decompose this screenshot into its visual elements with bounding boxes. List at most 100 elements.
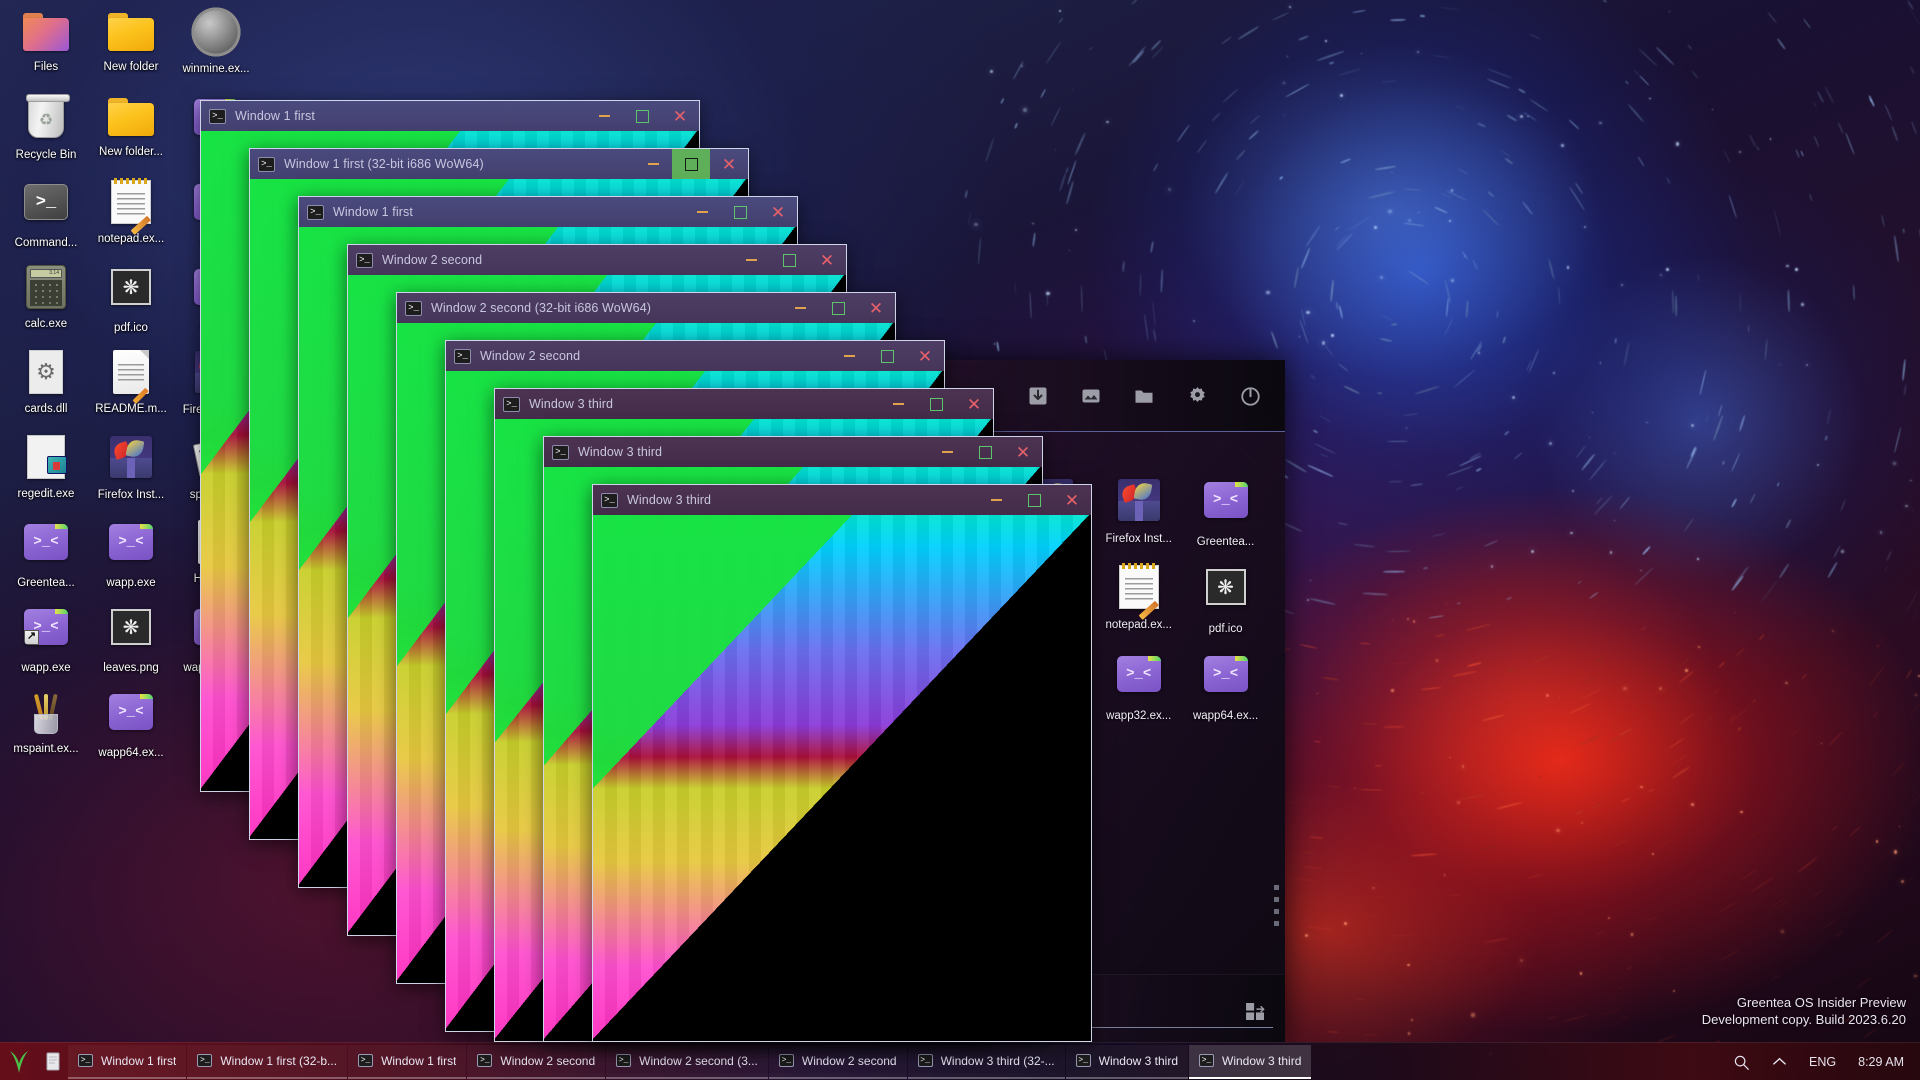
window-close-button[interactable]: ✕: [1004, 437, 1042, 467]
window-minimize-button[interactable]: [732, 245, 770, 275]
mspaint-icon: [26, 690, 66, 734]
desktop-icon[interactable]: >_<Greentea...: [7, 518, 85, 590]
window-maximize-button[interactable]: [1015, 485, 1053, 515]
taskbar-window-button[interactable]: >_Window 3 third (32-...: [908, 1045, 1065, 1079]
window-titlebar[interactable]: >_Window 2 second✕: [446, 341, 944, 371]
window-close-button[interactable]: ✕: [857, 293, 895, 323]
window-title: Window 3 third: [578, 445, 662, 459]
window-minimize-button[interactable]: [683, 197, 721, 227]
desktop-icon[interactable]: New folder: [92, 8, 170, 74]
window-close-button[interactable]: ✕: [710, 149, 748, 179]
desktop-icon[interactable]: ❋leaves.png: [92, 603, 170, 675]
window-maximize-button[interactable]: [623, 101, 661, 131]
window-titlebar[interactable]: >_Window 1 first✕: [299, 197, 797, 227]
taskbar-window-button[interactable]: >_Window 2 second: [467, 1045, 605, 1079]
desktop-icon[interactable]: Firefox Inst...: [92, 433, 170, 502]
gear-icon[interactable]: [1184, 383, 1210, 409]
desktop-icon[interactable]: New folder...: [92, 93, 170, 159]
window-maximize-button[interactable]: [770, 245, 808, 275]
pinned-app[interactable]: >_<Greentea...: [1182, 470, 1269, 552]
window-titlebar[interactable]: >_Window 2 second✕: [348, 245, 846, 275]
window-app-icon: >_: [258, 157, 275, 172]
window-close-button[interactable]: ✕: [661, 101, 699, 131]
start-button[interactable]: [0, 1043, 38, 1080]
desktop-icon-label: winmine.ex...: [177, 63, 255, 76]
window-titlebar[interactable]: >_Window 1 first✕: [201, 101, 699, 131]
window-close-button[interactable]: ✕: [955, 389, 993, 419]
desktop-icon[interactable]: mspaint.ex...: [7, 688, 85, 756]
folder-icon[interactable]: [1131, 383, 1157, 409]
desktop-icon[interactable]: >_<↗wapp.exe: [7, 603, 85, 675]
window-minimize-button[interactable]: [781, 293, 819, 323]
desktop-icon[interactable]: winmine.ex...: [177, 8, 255, 76]
desktop-icon-label: regedit.exe: [7, 488, 85, 501]
desktop-icon[interactable]: ❋pdf.ico: [92, 263, 170, 335]
desktop-icon[interactable]: ⚙cards.dll: [7, 348, 85, 416]
taskbar-window-label: Window 3 third: [1099, 1054, 1178, 1068]
window-minimize-button[interactable]: [585, 101, 623, 131]
desktop-icon[interactable]: notepad.ex...: [92, 178, 170, 246]
search-icon[interactable]: [1722, 1043, 1761, 1080]
chevron-up-icon[interactable]: [1761, 1043, 1798, 1080]
folder-pink-icon: [23, 13, 69, 51]
taskbar-window-button[interactable]: >_Window 2 second: [769, 1045, 907, 1079]
pinned-app[interactable]: ❋pdf.ico: [1182, 557, 1269, 639]
window-close-button[interactable]: ✕: [808, 245, 846, 275]
language-indicator[interactable]: ENG: [1798, 1043, 1847, 1080]
taskbar-app-icon: >_: [616, 1054, 631, 1067]
window-titlebar[interactable]: >_Window 3 third✕: [495, 389, 993, 419]
window-titlebar[interactable]: >_Window 1 first (32-bit i686 WoW64)✕: [250, 149, 748, 179]
keyboard-icon[interactable]: [1246, 1003, 1265, 1020]
recycle-bin-icon: ♻: [28, 96, 64, 138]
window-titlebar[interactable]: >_Window 2 second (32-bit i686 WoW64)✕: [397, 293, 895, 323]
pinned-app[interactable]: >_<wapp64.ex...: [1182, 644, 1269, 726]
window-controls: ✕: [634, 149, 748, 179]
window-minimize-button[interactable]: [928, 437, 966, 467]
window-titlebar[interactable]: >_Window 3 third✕: [593, 485, 1091, 515]
download-icon[interactable]: [1025, 383, 1051, 409]
window-maximize-button[interactable]: [966, 437, 1004, 467]
wapp-icon: >_<: [1117, 656, 1161, 692]
window-maximize-button[interactable]: [721, 197, 759, 227]
desktop-icon[interactable]: ♻Recycle Bin: [7, 93, 85, 162]
window-close-button[interactable]: ✕: [759, 197, 797, 227]
taskbar[interactable]: >_Window 1 first>_Window 1 first (32-b..…: [0, 1042, 1920, 1080]
window-maximize-button[interactable]: [917, 389, 955, 419]
taskbar-files-icon[interactable]: [38, 1043, 68, 1080]
window-close-button[interactable]: ✕: [1053, 485, 1091, 515]
window-controls: ✕: [830, 341, 944, 371]
pinned-app[interactable]: notepad.ex...: [1095, 557, 1182, 639]
power-icon[interactable]: [1237, 383, 1263, 409]
pinned-app[interactable]: >_<wapp32.ex...: [1095, 644, 1182, 726]
taskbar-window-button[interactable]: >_Window 1 first: [348, 1045, 466, 1079]
desktop-icon[interactable]: 3.14calc.exe: [7, 263, 85, 331]
desktop-icon-label: leaves.png: [92, 662, 170, 675]
desktop-icon[interactable]: >_Command...: [7, 178, 85, 250]
picture-icon[interactable]: [1078, 383, 1104, 409]
window-maximize-button[interactable]: [868, 341, 906, 371]
pinned-app[interactable]: Firefox Inst...: [1095, 470, 1182, 552]
taskbar-window-button[interactable]: >_Window 1 first: [68, 1045, 186, 1079]
taskbar-window-button[interactable]: >_Window 3 third: [1189, 1045, 1311, 1079]
taskbar-window-button[interactable]: >_Window 1 first (32-b...: [187, 1045, 347, 1079]
taskbar-app-icon: >_: [78, 1054, 93, 1067]
window-minimize-button[interactable]: [830, 341, 868, 371]
window-app-icon: >_: [601, 493, 618, 508]
window-close-button[interactable]: ✕: [906, 341, 944, 371]
desktop-icon[interactable]: Files: [7, 8, 85, 74]
window-maximize-button[interactable]: [819, 293, 857, 323]
window-maximize-button[interactable]: [672, 149, 710, 179]
clock[interactable]: 8:29 AM: [1847, 1043, 1920, 1080]
window-minimize-button[interactable]: [879, 389, 917, 419]
desktop-icon[interactable]: README.m...: [92, 348, 170, 416]
desktop-icon[interactable]: regedit.exe: [7, 433, 85, 501]
taskbar-window-button[interactable]: >_Window 2 second (3...: [606, 1045, 768, 1079]
window-minimize-button[interactable]: [977, 485, 1015, 515]
window-titlebar[interactable]: >_Window 3 third✕: [544, 437, 1042, 467]
window-minimize-button[interactable]: [634, 149, 672, 179]
regedit-icon: [27, 435, 65, 479]
taskbar-window-button[interactable]: >_Window 3 third: [1066, 1045, 1188, 1079]
desktop-icon[interactable]: >_<wapp64.ex...: [92, 688, 170, 760]
desktop-icon[interactable]: >_<wapp.exe: [92, 518, 170, 590]
window[interactable]: >_Window 3 third✕: [592, 484, 1092, 1042]
